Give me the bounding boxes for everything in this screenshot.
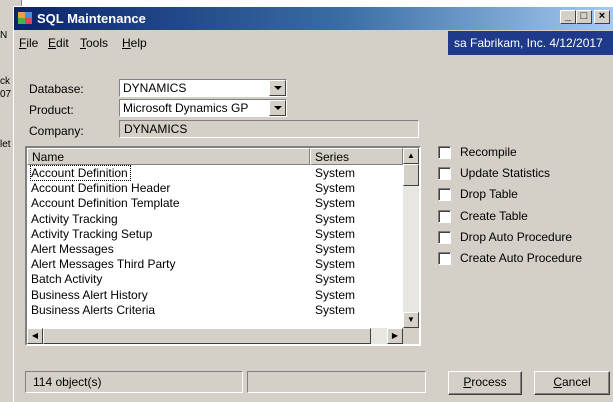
- table-row[interactable]: Account Definition Header System: [27, 181, 403, 196]
- company-label: Company:: [29, 124, 84, 138]
- row-series: System: [315, 242, 356, 256]
- table-row[interactable]: Activity Tracking Setup System: [27, 227, 403, 242]
- table-row[interactable]: Alert Messages Third Party System: [27, 257, 403, 272]
- checkbox-label: Drop Auto Procedure: [460, 229, 573, 244]
- scroll-right-icon[interactable]: ▶: [387, 328, 403, 344]
- menu-tools[interactable]: Tools: [80, 36, 108, 50]
- checkbox[interactable]: [438, 209, 451, 223]
- row-series: System: [315, 196, 356, 211]
- row-series: System: [315, 181, 356, 196]
- close-icon: ×: [598, 10, 606, 22]
- progress-box: [247, 371, 426, 393]
- list-header: Name Series: [27, 148, 403, 165]
- checkbox-label: Create Table: [460, 208, 528, 223]
- vertical-scroll-thumb[interactable]: [403, 164, 419, 186]
- product-label: Product:: [29, 103, 74, 117]
- row-series: System: [315, 226, 356, 241]
- row-name: Business Alert History: [31, 287, 148, 302]
- app-icon: [18, 12, 32, 24]
- row-series: System: [315, 287, 356, 302]
- column-header-series[interactable]: Series: [310, 148, 403, 165]
- product-value: Microsoft Dynamics GP: [123, 101, 249, 115]
- vertical-scrollbar[interactable]: ▲ ▼: [403, 148, 419, 328]
- scroll-left-icon[interactable]: ◀: [27, 328, 43, 344]
- window-title: SQL Maintenance: [37, 11, 146, 26]
- row-name: Account Definition Template: [31, 196, 180, 211]
- chevron-down-icon[interactable]: [269, 80, 286, 96]
- table-row[interactable]: Account Definition System: [27, 165, 403, 181]
- checkbox[interactable]: [438, 252, 451, 265]
- database-value: DYNAMICS: [123, 81, 187, 95]
- background-text-fragment: let: [0, 139, 11, 150]
- row-name: Activity Tracking: [31, 211, 118, 226]
- checkbox-label: Create Auto Procedure: [460, 251, 583, 265]
- maximize-button[interactable]: □: [576, 10, 592, 24]
- checkbox[interactable]: [438, 146, 451, 159]
- user-company-date-bar: sa Fabrikam, Inc. 4/12/2017: [448, 31, 613, 55]
- sql-maintenance-window: SQL Maintenance _ □ × File Edit Tools He…: [13, 6, 613, 402]
- chevron-down-icon[interactable]: [269, 100, 286, 116]
- cancel-button[interactable]: Cancel: [534, 371, 610, 395]
- menu-edit[interactable]: Edit: [48, 36, 69, 50]
- scrollbar-corner: [403, 328, 419, 344]
- minimize-icon: _: [564, 10, 572, 22]
- table-row[interactable]: Batch Activity System: [27, 272, 403, 287]
- scroll-up-icon[interactable]: ▲: [403, 148, 419, 164]
- table-row[interactable]: Alert Messages System: [27, 242, 403, 257]
- row-name: Account Definition Header: [31, 181, 171, 196]
- background-text-fragment: 07: [0, 89, 12, 100]
- column-header-name[interactable]: Name: [27, 148, 310, 165]
- checkbox-label: Recompile: [460, 145, 517, 159]
- checkbox[interactable]: [438, 188, 451, 202]
- checkbox-label: Update Statistics: [460, 166, 551, 181]
- row-name: Business Alerts Criteria: [31, 302, 156, 317]
- background-text-fragment: N: [0, 30, 8, 41]
- row-series: System: [315, 211, 356, 226]
- checkbox[interactable]: [438, 230, 451, 244]
- process-button[interactable]: Process: [448, 371, 522, 395]
- objects-list[interactable]: Name Series Account Definition System Acco…: [25, 146, 421, 346]
- row-series: System: [315, 257, 356, 272]
- title-bar[interactable]: SQL Maintenance _ □ ×: [14, 7, 613, 30]
- background-text-fragment: ck: [0, 76, 10, 87]
- company-value: DYNAMICS: [119, 120, 419, 138]
- horizontal-scrollbar[interactable]: ◀ ▶: [27, 328, 403, 344]
- database-label: Database:: [29, 82, 84, 96]
- table-row[interactable]: Activity Tracking System: [27, 212, 403, 227]
- checkbox[interactable]: [438, 167, 451, 181]
- scroll-down-icon[interactable]: ▼: [403, 312, 419, 328]
- close-button[interactable]: ×: [594, 10, 610, 24]
- menu-help[interactable]: Help: [122, 36, 147, 50]
- table-row[interactable]: Business Alerts Criteria System: [27, 303, 403, 318]
- menu-file[interactable]: File: [19, 36, 38, 50]
- maximize-icon: □: [580, 10, 588, 22]
- status-object-count: 114 object(s): [25, 371, 243, 393]
- horizontal-scroll-thumb[interactable]: [43, 328, 371, 344]
- database-dropdown[interactable]: DYNAMICS: [119, 79, 287, 97]
- table-row[interactable]: Business Alert History System: [27, 288, 403, 303]
- row-series: System: [315, 166, 356, 180]
- row-series: System: [315, 302, 356, 317]
- row-series: System: [315, 272, 356, 287]
- row-name: Alert Messages: [31, 242, 114, 256]
- row-name: Batch Activity: [31, 272, 103, 287]
- row-name: Account Definition: [30, 165, 131, 181]
- table-row[interactable]: Account Definition Template System: [27, 196, 403, 211]
- row-name: Activity Tracking Setup: [31, 226, 153, 241]
- row-name: Alert Messages Third Party: [31, 257, 176, 272]
- minimize-button[interactable]: _: [560, 10, 576, 24]
- product-dropdown[interactable]: Microsoft Dynamics GP: [119, 99, 287, 117]
- checkbox-label: Drop Table: [460, 187, 518, 202]
- company-value-text: DYNAMICS: [124, 122, 188, 136]
